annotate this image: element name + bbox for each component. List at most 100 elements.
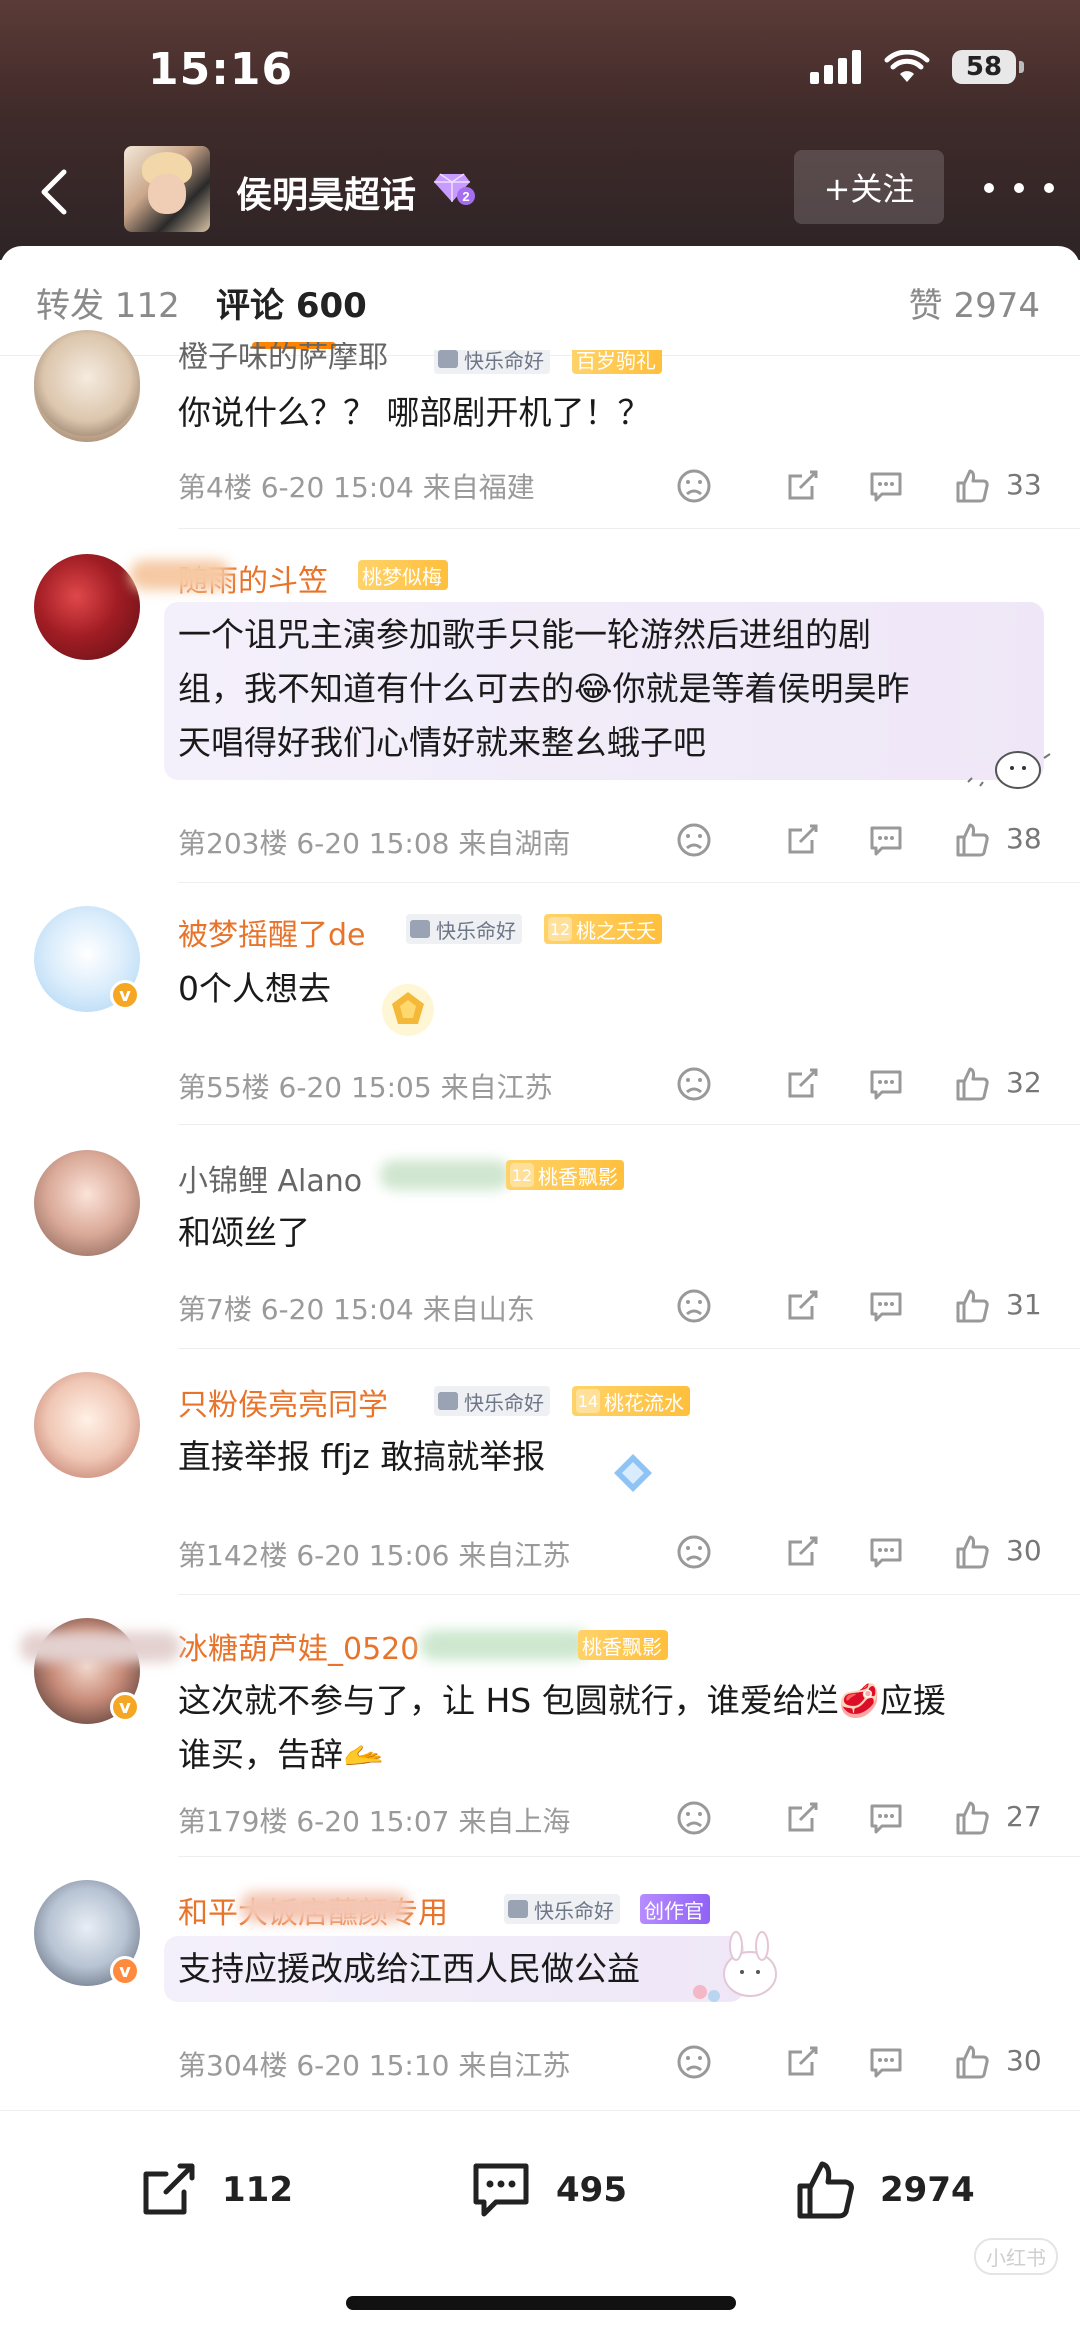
share-icon[interactable] xyxy=(782,820,822,860)
like-count: 31 xyxy=(1006,1288,1042,1321)
comment-meta: 第142楼 6-20 15:06 来自江苏 xyxy=(178,1539,571,1572)
share-icon[interactable] xyxy=(782,2042,822,2082)
forward-count: 112 xyxy=(222,2170,293,2210)
user-tag: 12 桃香飘影 xyxy=(506,1160,624,1190)
home-indicator[interactable] xyxy=(346,2296,736,2310)
share-icon[interactable] xyxy=(782,1798,822,1838)
divider xyxy=(178,1594,1080,1595)
username[interactable]: 冰糖葫芦娃_0520 xyxy=(178,1624,419,1668)
comment-button[interactable]: 495 xyxy=(468,2155,627,2225)
reply-icon[interactable] xyxy=(866,820,906,860)
user-tag: 创作官 xyxy=(640,1894,710,1924)
reply-icon[interactable] xyxy=(866,1532,906,1572)
dislike-icon[interactable] xyxy=(674,1798,714,1838)
verified-badge-icon: v xyxy=(110,1692,140,1722)
username[interactable]: 小锦鲤 Alano xyxy=(178,1156,362,1200)
reply-icon[interactable] xyxy=(866,1798,906,1838)
dislike-icon[interactable] xyxy=(674,1532,714,1572)
share-icon xyxy=(143,2163,195,2215)
like-icon[interactable] xyxy=(952,1532,992,1572)
like-icon[interactable] xyxy=(952,820,992,860)
divider xyxy=(178,1124,1080,1125)
user-tag: 快乐命好 xyxy=(406,914,522,944)
comment-meta: 第304楼 6-20 15:10 来自江苏 xyxy=(178,2049,571,2082)
avatar[interactable] xyxy=(34,1150,140,1256)
share-icon[interactable] xyxy=(782,1064,822,1104)
reply-icon[interactable] xyxy=(866,2042,906,2082)
more-options-icon[interactable] xyxy=(984,160,1054,216)
like-icon[interactable] xyxy=(952,1064,992,1104)
blur-mask xyxy=(130,560,230,590)
blur-mask xyxy=(380,1160,510,1190)
tab-likes[interactable]: 赞 2974 xyxy=(909,278,1040,327)
share-icon[interactable] xyxy=(782,466,822,506)
like-icon[interactable] xyxy=(952,2042,992,2082)
user-tag: 桃梦似梅 xyxy=(358,560,448,590)
divider xyxy=(178,1348,1080,1349)
like-icon[interactable] xyxy=(952,1798,992,1838)
like-count: 2974 xyxy=(880,2170,975,2210)
tab-bar: 转发 112 评论 600 赞 2974 xyxy=(0,246,1080,356)
comment-actions: 33 xyxy=(670,466,1050,506)
like-count: 27 xyxy=(1006,1800,1042,1833)
comment-meta: 第203楼 6-20 15:08 来自湖南 xyxy=(178,827,571,860)
comment-actions: 30 xyxy=(670,2042,1050,2082)
dislike-icon[interactable] xyxy=(674,1064,714,1104)
like-icon[interactable] xyxy=(952,1286,992,1326)
like-count: 33 xyxy=(1006,468,1042,501)
back-arrow-icon[interactable] xyxy=(26,162,86,222)
topic-avatar[interactable] xyxy=(124,146,210,232)
dislike-icon[interactable] xyxy=(674,1286,714,1326)
like-icon[interactable] xyxy=(952,466,992,506)
comment-actions: 32 xyxy=(670,1064,1050,1104)
avatar[interactable] xyxy=(34,1372,140,1478)
user-tag: 快乐命好 xyxy=(434,1386,550,1416)
status-time: 15:16 xyxy=(148,44,294,95)
avatar[interactable] xyxy=(34,554,140,660)
comment-text: 支持应援改成给江西人民做公益 xyxy=(178,1949,640,1988)
comment-actions: 27 xyxy=(670,1798,1050,1838)
comment-count: 495 xyxy=(556,2170,627,2210)
like-count: 30 xyxy=(1006,1534,1042,1567)
wifi-icon xyxy=(884,50,930,82)
follow-button[interactable]: +关注 xyxy=(794,150,944,224)
sticker-icon xyxy=(967,751,1051,789)
like-button[interactable]: 2974 xyxy=(794,2155,975,2225)
tab-comments[interactable]: 评论 600 xyxy=(216,278,367,327)
comment-actions: 38 xyxy=(670,820,1050,860)
level-number: 2 xyxy=(462,189,469,204)
share-icon[interactable] xyxy=(782,1532,822,1572)
comment-actions: 31 xyxy=(670,1286,1050,1326)
reply-icon[interactable] xyxy=(866,1064,906,1104)
divider xyxy=(178,528,1080,529)
divider xyxy=(178,882,1080,883)
like-count: 38 xyxy=(1006,822,1042,855)
signal-icon xyxy=(810,50,861,84)
battery-level: 58 xyxy=(952,50,1016,84)
status-icons: 58 xyxy=(810,50,1024,84)
topic-title[interactable]: 侯明昊超话 xyxy=(236,166,416,218)
tab-forwards[interactable]: 转发 112 xyxy=(36,278,180,327)
like-icon xyxy=(797,2161,854,2219)
dislike-icon[interactable] xyxy=(674,2042,714,2082)
comment-text: 这次就不参与了，让 HS 包圆就行，谁爱给烂🥩应援 谁买，告辞🫴 xyxy=(178,1681,946,1774)
dislike-icon[interactable] xyxy=(674,466,714,506)
reply-icon[interactable] xyxy=(866,1286,906,1326)
bunny-sticker-icon xyxy=(693,1931,777,2002)
divider xyxy=(178,1856,1080,1857)
username[interactable]: 只粉侯亮亮同学 xyxy=(178,1380,388,1424)
verified-badge-icon: v xyxy=(110,1956,140,1986)
comment-text: 一个诅咒主演参加歌手只能一轮游然后进组的剧 组，我不知道有什么可去的😂你就是等着… xyxy=(178,615,910,762)
like-count: 32 xyxy=(1006,1066,1042,1099)
avatar[interactable] xyxy=(34,330,140,436)
watermark: 小红书 xyxy=(974,2238,1058,2275)
reply-icon[interactable] xyxy=(866,466,906,506)
dislike-icon[interactable] xyxy=(674,820,714,860)
share-icon[interactable] xyxy=(782,1286,822,1326)
forward-button[interactable]: 112 xyxy=(136,2155,293,2225)
username[interactable]: 被梦摇醒了de xyxy=(178,910,366,954)
user-tag: 快乐命好 xyxy=(504,1894,620,1924)
blur-mask xyxy=(20,1632,180,1662)
verified-badge-icon: v xyxy=(110,980,140,1010)
like-count: 30 xyxy=(1006,2044,1042,2077)
